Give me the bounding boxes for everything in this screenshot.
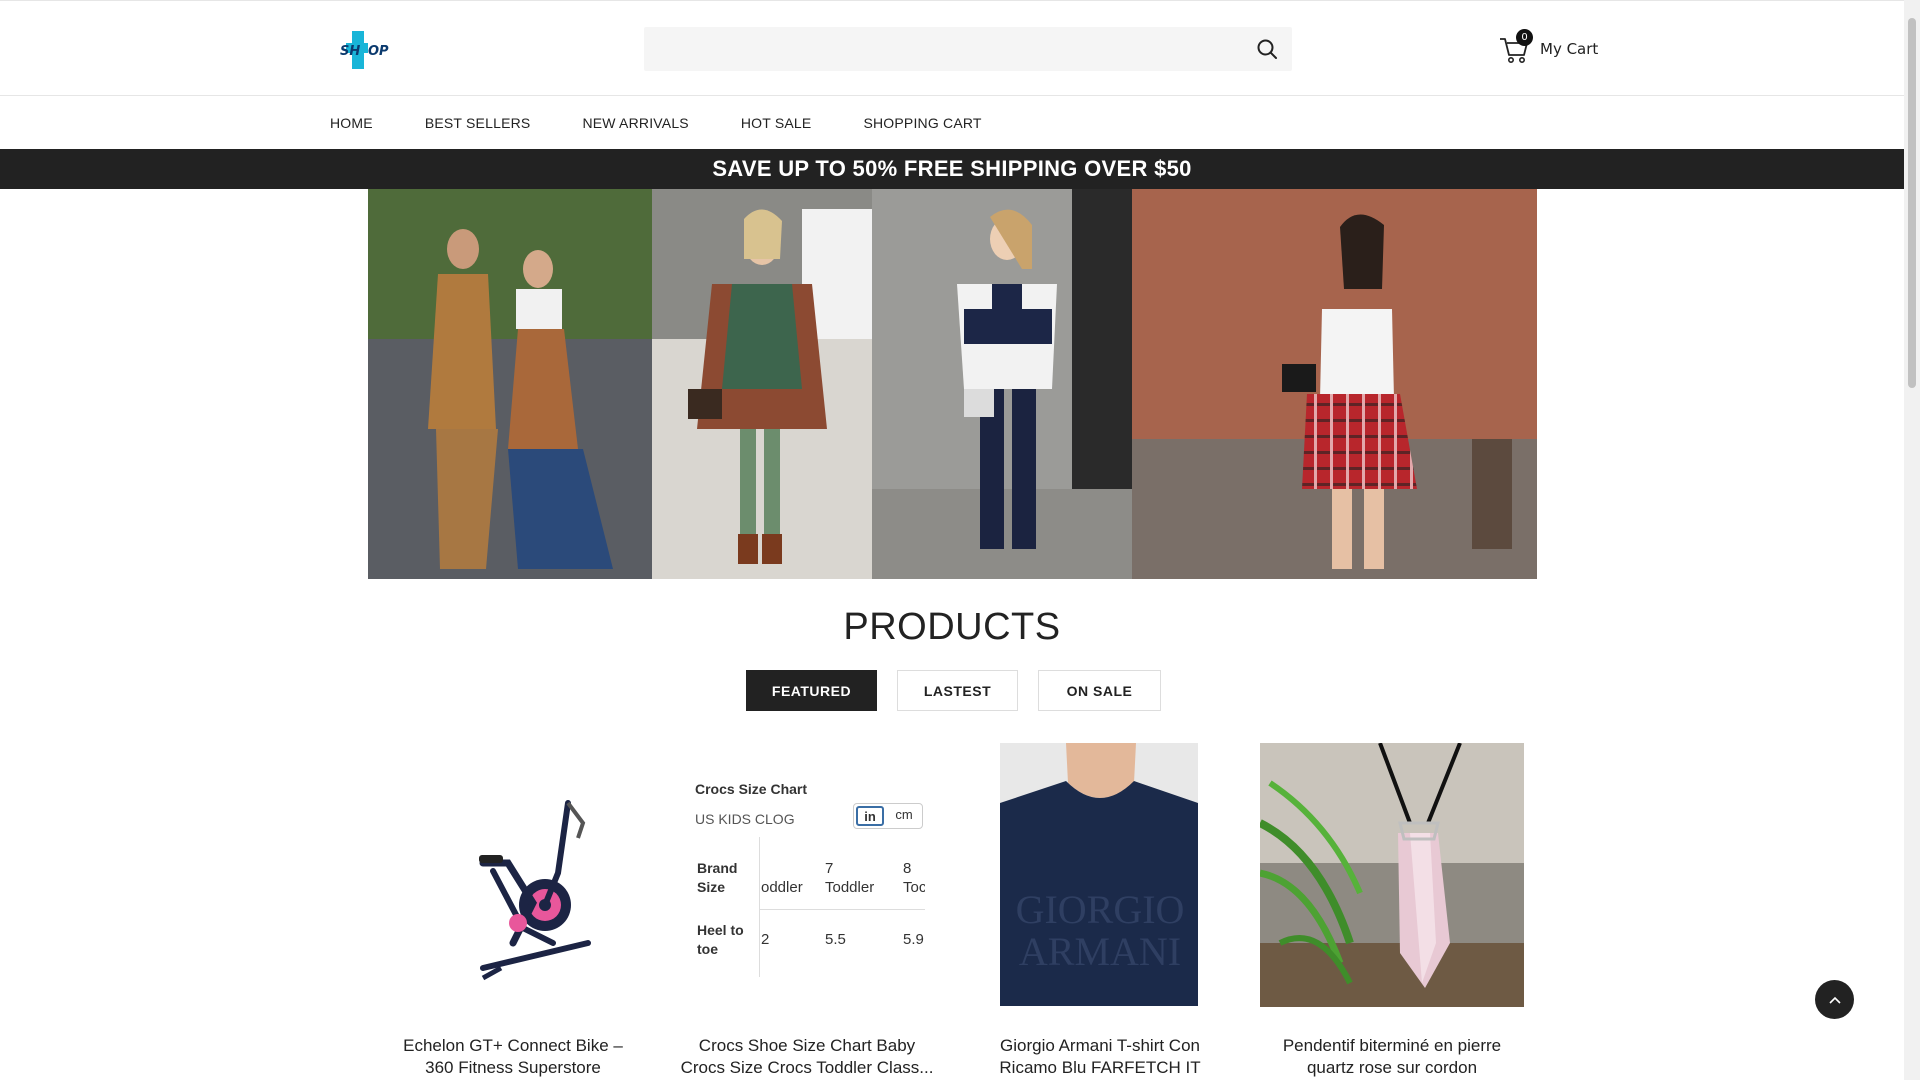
chart-col3-header: 8 Toc bbox=[903, 860, 925, 896]
row-label-brand: Brand bbox=[697, 860, 738, 876]
tab-lastest[interactable]: LASTEST bbox=[897, 670, 1018, 711]
hero-image-4 bbox=[1132, 189, 1537, 579]
product-tabs: FEATURED LASTEST ON SALE bbox=[746, 670, 1181, 711]
chart-col1-header: oddler bbox=[761, 879, 803, 896]
shop-logo[interactable]: SH OP bbox=[338, 29, 394, 71]
nav-item-home[interactable]: HOME bbox=[330, 115, 373, 131]
tab-featured[interactable]: FEATURED bbox=[746, 670, 877, 711]
site-header: SH OP 0 My Cart bbox=[0, 0, 1904, 96]
tshirt-print-2: ARMANI bbox=[1019, 929, 1181, 974]
product-name-line1[interactable]: Pendentif biterminé en pierre bbox=[1260, 1035, 1524, 1057]
product-image[interactable] bbox=[1260, 743, 1524, 1023]
svg-text:OP: OP bbox=[368, 44, 389, 59]
product-card[interactable]: Echelon GT+ Connect Bike – 360 Fitness S… bbox=[383, 743, 643, 1080]
row-label-brand-size: Brand Size bbox=[697, 859, 737, 897]
nav-item-hot-sale[interactable]: HOT SALE bbox=[741, 115, 812, 131]
page: SH OP 0 My Cart HOME BEST SELLERS NEW AR… bbox=[0, 0, 1904, 1080]
search-input[interactable] bbox=[644, 27, 1292, 71]
chart-divider-vertical bbox=[759, 837, 760, 977]
product-name-line1[interactable]: Echelon GT+ Connect Bike – bbox=[383, 1035, 643, 1057]
unit-in: in bbox=[856, 806, 884, 826]
chevron-up-icon bbox=[1829, 996, 1841, 1004]
unit-toggle: in cm bbox=[853, 803, 923, 829]
nav-item-shopping-cart[interactable]: SHOPPING CART bbox=[863, 115, 981, 131]
chart-val3: 5.9 bbox=[903, 931, 924, 948]
product-name-line1[interactable]: Crocs Shoe Size Chart Baby bbox=[677, 1035, 937, 1057]
svg-text:SH: SH bbox=[340, 44, 360, 59]
search-bar bbox=[644, 27, 1292, 71]
row-label-toe: toe bbox=[697, 941, 718, 957]
cart-label: My Cart bbox=[1540, 40, 1599, 58]
product-card[interactable]: GIORGIO ARMANI Giorgio Armani T-shirt Co… bbox=[986, 743, 1214, 1080]
cart-count-badge: 0 bbox=[1516, 29, 1533, 46]
cart-button[interactable]: 0 My Cart bbox=[1498, 29, 1598, 69]
product-name-line2[interactable]: quartz rose sur cordon bbox=[1260, 1057, 1524, 1079]
promo-banner: SAVE UP TO 50% FREE SHIPPING OVER $50 bbox=[0, 149, 1904, 189]
nav-item-best-sellers[interactable]: BEST SELLERS bbox=[425, 115, 531, 131]
hero-image-1 bbox=[368, 189, 652, 579]
products-heading: PRODUCTS bbox=[843, 606, 1061, 648]
tshirt-print-1: GIORGIO bbox=[1016, 887, 1185, 932]
row-label-heel: Heel to bbox=[697, 922, 744, 938]
size-chart-title: Crocs Size Chart bbox=[695, 781, 808, 797]
cart-icon: 0 bbox=[1498, 29, 1533, 65]
product-name-line2[interactable]: Crocs Size Crocs Toddler Class... bbox=[677, 1057, 937, 1079]
product-name-line2[interactable]: 360 Fitness Superstore bbox=[383, 1057, 643, 1079]
chart-val1: 2 bbox=[761, 931, 770, 948]
product-image[interactable]: Crocs Size Chart US KIDS CLOG in cm Bran… bbox=[677, 743, 937, 1023]
product-card[interactable]: Crocs Size Chart US KIDS CLOG in cm Bran… bbox=[677, 743, 937, 1080]
size-chart-subtitle: US KIDS CLOG bbox=[695, 811, 795, 827]
product-card[interactable]: Pendentif biterminé en pierre quartz ros… bbox=[1260, 743, 1524, 1080]
chart-val2: 5.5 bbox=[825, 931, 846, 948]
chart-divider-horizontal bbox=[759, 909, 925, 910]
row-label-size: Size bbox=[697, 879, 726, 895]
back-to-top-button[interactable] bbox=[1815, 980, 1854, 1019]
page-scrollbar[interactable] bbox=[1904, 0, 1920, 1080]
product-image[interactable] bbox=[383, 743, 643, 1023]
size-chart-image: Crocs Size Chart US KIDS CLOG in cm Bran… bbox=[695, 781, 925, 981]
tab-on-sale[interactable]: ON SALE bbox=[1038, 670, 1161, 711]
search-icon[interactable] bbox=[1256, 38, 1278, 60]
scrollbar-thumb[interactable] bbox=[1908, 18, 1916, 388]
hero-image-3 bbox=[872, 189, 1132, 579]
nav-item-new-arrivals[interactable]: NEW ARRIVALS bbox=[582, 115, 688, 131]
chart-col2-header: 7 Toddler bbox=[825, 860, 875, 896]
main-nav: HOME BEST SELLERS NEW ARRIVALS HOT SALE … bbox=[0, 97, 1904, 149]
product-image[interactable]: GIORGIO ARMANI bbox=[986, 743, 1214, 1023]
product-name-line2[interactable]: Ricamo Blu FARFETCH IT bbox=[986, 1057, 1214, 1079]
row-label-heel-toe: Heel to toe bbox=[697, 921, 744, 959]
unit-cm: cm bbox=[895, 807, 913, 822]
hero-image-2 bbox=[652, 189, 872, 579]
product-name-line1[interactable]: Giorgio Armani T-shirt Con bbox=[986, 1035, 1214, 1057]
hero-banner[interactable] bbox=[368, 189, 1537, 579]
